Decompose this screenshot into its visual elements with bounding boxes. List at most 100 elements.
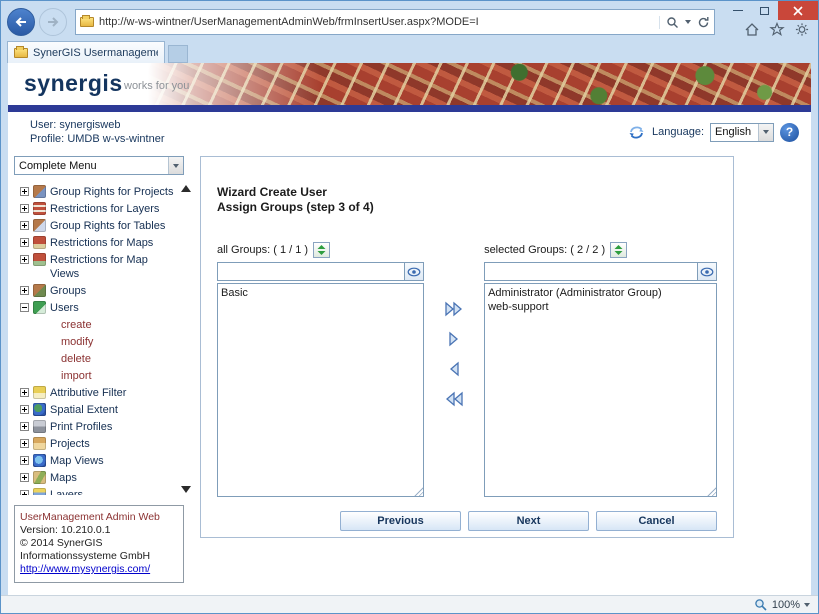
group-rights-tables-icon	[33, 219, 46, 232]
expand-plus-icon[interactable]	[20, 473, 29, 482]
menu-filter-select[interactable]: Complete Menu	[14, 156, 184, 175]
footer-website-link[interactable]: http://www.mysynergis.com/	[20, 563, 150, 575]
reload-all-groups-button[interactable]	[313, 242, 330, 258]
resize-grip-icon[interactable]	[413, 486, 423, 496]
sidebar-item-label: Layers	[50, 487, 83, 495]
sidebar-item-map-views[interactable]: Map Views	[14, 452, 177, 469]
chevron-right-icon	[443, 331, 465, 347]
list-item[interactable]: Administrator (Administrator Group)	[487, 286, 714, 300]
settings-gear-icon[interactable]	[794, 22, 810, 37]
sidebar-item-users-modify[interactable]: modify	[14, 333, 177, 350]
sidebar-item-restrictions-for-maps[interactable]: Restrictions for Maps	[14, 234, 177, 251]
expand-plus-icon[interactable]	[20, 422, 29, 431]
selected-groups-section: selected Groups: ( 2 / 2 )	[484, 241, 717, 497]
layers-icon	[33, 488, 46, 495]
favorites-star-icon[interactable]	[769, 22, 785, 37]
sidebar-item-maps[interactable]: Maps	[14, 469, 177, 486]
help-button[interactable]: ?	[780, 123, 799, 142]
sidebar-item-groups[interactable]: Groups	[14, 282, 177, 299]
expand-plus-icon[interactable]	[20, 238, 29, 247]
sidebar-footer: UserManagement Admin Web Version: 10.210…	[14, 505, 184, 583]
next-button[interactable]: Next	[468, 511, 589, 531]
move-left-button[interactable]	[442, 359, 466, 379]
forward-button[interactable]	[39, 8, 67, 36]
language-label: Language:	[652, 126, 704, 138]
zoom-level[interactable]: 100%	[772, 599, 800, 611]
home-icon[interactable]	[744, 22, 760, 37]
sidebar-item-group-rights-for-tables[interactable]: Group Rights for Tables	[14, 217, 177, 234]
expand-plus-icon[interactable]	[20, 490, 29, 495]
expand-plus-icon[interactable]	[20, 388, 29, 397]
all-groups-listbox[interactable]: Basic	[217, 283, 424, 497]
sidebar-item-restrictions-for-layers[interactable]: Restrictions for Layers	[14, 200, 177, 217]
sidebar-item-restrictions-for-map-views[interactable]: Restrictions for Map Views	[14, 251, 177, 282]
move-all-left-button[interactable]	[442, 389, 466, 409]
address-dropdown-icon[interactable]	[685, 20, 691, 24]
tree-scrollbar[interactable]	[179, 183, 192, 495]
new-tab-button[interactable]	[168, 45, 188, 63]
sidebar-item-layers[interactable]: Layers	[14, 486, 177, 495]
close-button[interactable]	[778, 1, 818, 20]
selected-groups-filter-button[interactable]	[698, 262, 717, 281]
sidebar-item-projects[interactable]: Projects	[14, 435, 177, 452]
all-groups-filter-button[interactable]	[405, 262, 424, 281]
all-groups-filter-input[interactable]	[217, 262, 405, 281]
browser-window: http://w-ws-wintner/UserManagementAdminW…	[0, 0, 819, 614]
previous-button[interactable]: Previous	[340, 511, 461, 531]
expand-plus-icon[interactable]	[20, 204, 29, 213]
cancel-button[interactable]: Cancel	[596, 511, 717, 531]
expand-plus-icon[interactable]	[20, 286, 29, 295]
selected-groups-filter-input[interactable]	[484, 262, 698, 281]
sidebar-item-spatial-extent[interactable]: Spatial Extent	[14, 401, 177, 418]
refresh-icon[interactable]	[697, 16, 710, 29]
resize-grip-icon[interactable]	[706, 486, 716, 496]
language-select-button[interactable]	[758, 124, 773, 141]
sidebar-item-group-rights-for-projects[interactable]: Group Rights for Projects	[14, 183, 177, 200]
close-icon	[793, 6, 803, 16]
double-chevron-left-icon	[443, 391, 465, 407]
maximize-icon	[760, 7, 769, 15]
page-viewport: synergis works for you User: synergisweb…	[8, 63, 811, 595]
user-label: User:	[30, 119, 56, 131]
sidebar-item-users-delete[interactable]: delete	[14, 350, 177, 367]
sync-arrows-icon[interactable]	[627, 124, 646, 141]
move-all-right-button[interactable]	[442, 299, 466, 319]
sidebar-item-attributive-filter[interactable]: Attributive Filter	[14, 384, 177, 401]
zoom-magnifier-icon[interactable]	[754, 598, 768, 611]
address-bar[interactable]: http://w-ws-wintner/UserManagementAdminW…	[75, 9, 715, 35]
list-item[interactable]: Basic	[220, 286, 421, 300]
sidebar-item-users-create[interactable]: create	[14, 316, 177, 333]
expand-plus-icon[interactable]	[20, 255, 29, 264]
wizard-panel: Wizard Create User Assign Groups (step 3…	[200, 156, 734, 538]
menu-select-button[interactable]	[168, 157, 183, 174]
language-select[interactable]: English	[710, 123, 774, 142]
expand-plus-icon[interactable]	[20, 221, 29, 230]
sidebar-item-print-profiles[interactable]: Print Profiles	[14, 418, 177, 435]
back-button[interactable]	[7, 8, 35, 36]
zoom-dropdown-icon[interactable]	[804, 603, 810, 607]
move-right-button[interactable]	[442, 329, 466, 349]
expand-plus-icon[interactable]	[20, 439, 29, 448]
attributive-filter-icon	[33, 386, 46, 399]
reload-selected-groups-button[interactable]	[610, 242, 627, 258]
sidebar-item-label: Restrictions for Layers	[50, 201, 159, 216]
projects-icon	[33, 437, 46, 450]
minimize-button[interactable]	[724, 1, 751, 20]
sidebar-item-users-import[interactable]: import	[14, 367, 177, 384]
sidebar-item-label: Projects	[50, 436, 90, 451]
scroll-up-icon[interactable]	[181, 185, 191, 192]
sidebar-item-users[interactable]: Users	[14, 299, 177, 316]
selected-groups-listbox[interactable]: Administrator (Administrator Group) web-…	[484, 283, 717, 497]
tab-synergis-usermanagement[interactable]: SynerGIS Usermanagement ...	[7, 41, 165, 63]
footer-app-title: UserManagement Admin Web	[20, 511, 178, 524]
collapse-minus-icon[interactable]	[20, 303, 29, 312]
list-item[interactable]: web-support	[487, 300, 714, 314]
scroll-down-icon[interactable]	[181, 486, 191, 493]
url-text[interactable]: http://w-ws-wintner/UserManagementAdminW…	[99, 16, 659, 28]
expand-plus-icon[interactable]	[20, 456, 29, 465]
expand-plus-icon[interactable]	[20, 187, 29, 196]
maximize-button[interactable]	[751, 1, 778, 20]
footer-copyright: © 2014 SynerGIS	[20, 537, 178, 550]
expand-plus-icon[interactable]	[20, 405, 29, 414]
search-icon[interactable]	[666, 16, 679, 29]
